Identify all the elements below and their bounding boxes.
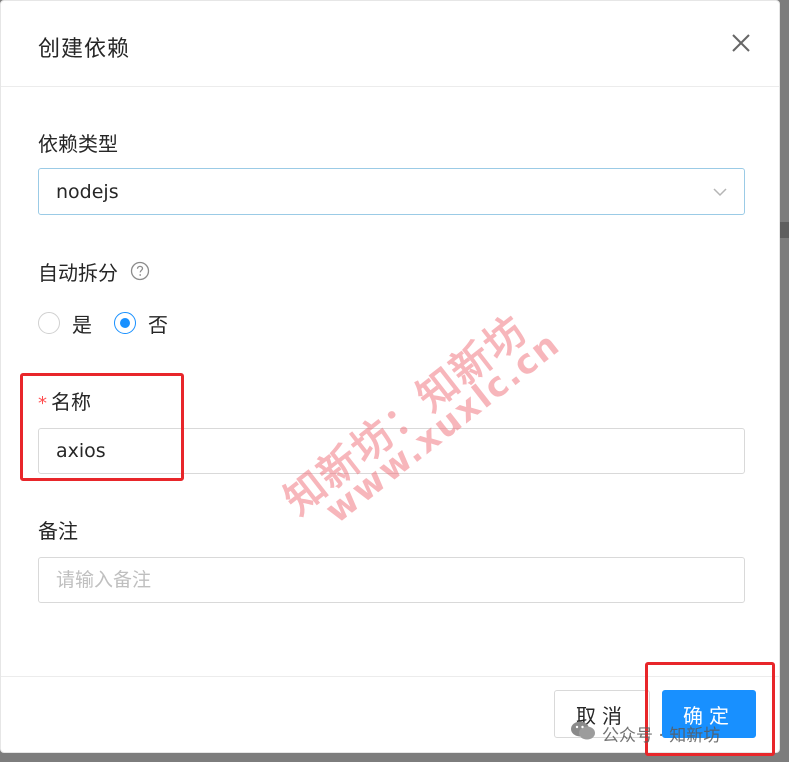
confirm-button[interactable]: 确定: [662, 690, 756, 738]
remark-label: 备注: [38, 519, 78, 543]
name-label-row: * 名称: [38, 386, 91, 415]
chevron-down-icon: [712, 184, 728, 204]
auto-split-label: 自动拆分: [38, 261, 118, 285]
remark-input[interactable]: [38, 557, 745, 603]
create-dependency-modal: 创建依赖 依赖类型 nodejs 自动拆分 是 否 * 名称 axios 备注 …: [0, 0, 780, 753]
cancel-button[interactable]: 取消: [554, 690, 650, 738]
question-circle-icon[interactable]: [130, 261, 150, 286]
radio-no-circle[interactable]: [114, 312, 136, 334]
radio-yes-label: 是: [72, 312, 92, 337]
name-input[interactable]: [38, 428, 745, 474]
dep-type-value: nodejs: [56, 181, 119, 203]
close-icon[interactable]: [729, 31, 753, 55]
name-label: 名称: [51, 390, 91, 414]
dep-type-label: 依赖类型: [38, 132, 118, 156]
radio-yes-circle[interactable]: [38, 312, 60, 334]
modal-title: 创建依赖: [38, 37, 131, 62]
dep-type-select[interactable]: nodejs: [38, 168, 745, 215]
radio-yes[interactable]: 是: [38, 309, 92, 338]
required-mark: *: [38, 393, 47, 414]
auto-split-row: 自动拆分: [38, 257, 150, 286]
radio-no-label: 否: [148, 312, 168, 337]
radio-no[interactable]: 否: [114, 309, 168, 338]
auto-split-radio-group: 是 否: [38, 309, 190, 338]
modal-header: 创建依赖: [1, 1, 779, 87]
